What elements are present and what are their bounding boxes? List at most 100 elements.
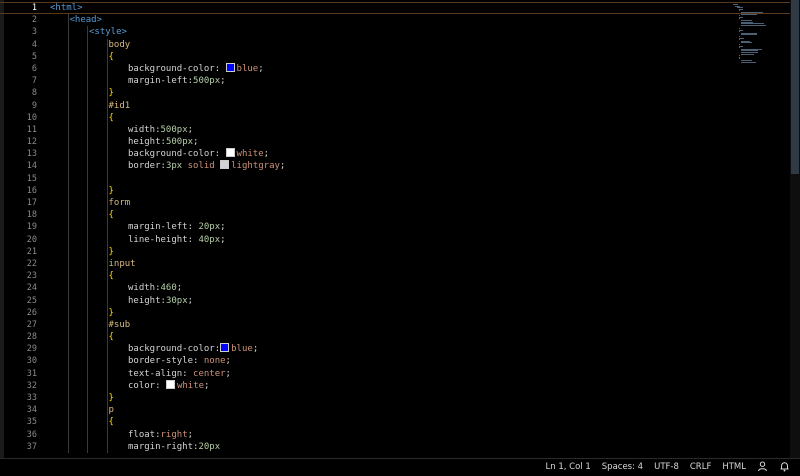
indent-guide bbox=[67, 294, 69, 307]
code-line[interactable]: 29 background-color: blue; bbox=[0, 343, 790, 356]
indent-guide bbox=[87, 379, 88, 392]
code-token-val: white bbox=[176, 380, 205, 391]
code-token-prop: margin-right: bbox=[128, 441, 199, 452]
vertical-scrollbar[interactable] bbox=[790, 0, 800, 458]
indent-guide bbox=[67, 318, 69, 332]
language-mode[interactable]: HTML bbox=[722, 461, 746, 473]
line-code: background-color: white; bbox=[128, 148, 269, 160]
code-token-brace: { bbox=[108, 51, 114, 62]
code-line[interactable]: 15 bbox=[0, 172, 790, 185]
code-token-val: blue bbox=[231, 344, 253, 355]
line-code: { bbox=[109, 270, 114, 282]
indent-guide bbox=[87, 416, 88, 429]
code-line[interactable]: 33} bbox=[0, 392, 790, 405]
code-line[interactable]: 6 background-color: blue; bbox=[0, 62, 790, 76]
indent-guide bbox=[87, 148, 88, 161]
line-ending[interactable]: CRLF bbox=[690, 461, 711, 473]
code-line[interactable]: 4 body bbox=[0, 38, 790, 51]
code-line[interactable]: 5{ bbox=[0, 50, 790, 63]
indent-guide bbox=[87, 75, 88, 88]
code-line[interactable]: 37 margin-right:20px bbox=[0, 440, 790, 453]
minimap[interactable] bbox=[733, 0, 789, 70]
color-swatch[interactable] bbox=[220, 343, 230, 353]
code-line[interactable]: 36 float:right; bbox=[0, 428, 790, 441]
line-code: form bbox=[109, 197, 131, 209]
code-token-prop: text-align: bbox=[128, 368, 194, 379]
indent-guide bbox=[67, 111, 69, 124]
indent-guide bbox=[87, 172, 88, 185]
code-line[interactable]: 27 #sub bbox=[0, 318, 790, 332]
code-line[interactable]: 18 { bbox=[0, 209, 790, 222]
line-code: margin-left:500px; bbox=[128, 75, 226, 87]
code-line[interactable]: 30 border-style: none; bbox=[0, 355, 790, 368]
code-line[interactable]: 11 width:500px; bbox=[0, 123, 790, 137]
cursor-position[interactable]: Ln 1, Col 1 bbox=[546, 461, 591, 473]
indent-guide bbox=[67, 209, 69, 222]
indent-guide bbox=[106, 233, 108, 246]
code-line[interactable]: 25 height:30px; bbox=[0, 294, 790, 307]
code-line[interactable]: 3 <style> bbox=[0, 26, 790, 39]
code-line[interactable]: 9 #id1 bbox=[0, 99, 790, 112]
code-line[interactable]: 31 text-align: center; bbox=[0, 367, 790, 380]
code-editor[interactable]: 1 <html> 2 <head> 3 <style> 4 body 5{6 background… bbox=[0, 0, 800, 458]
color-swatch[interactable] bbox=[165, 379, 175, 389]
file-encoding[interactable]: UTF-8 bbox=[654, 461, 679, 473]
code-line[interactable]: 1 <html> bbox=[0, 2, 790, 15]
line-code: color: white; bbox=[128, 379, 209, 392]
code-line[interactable]: 20 line-height: 40px; bbox=[0, 233, 790, 246]
code-line[interactable]: 14 border:3px solid lightgray; bbox=[0, 160, 790, 173]
code-line[interactable]: 28 { bbox=[0, 331, 790, 344]
indent-guide bbox=[106, 221, 108, 234]
indent-guide bbox=[106, 38, 108, 51]
indent-guide bbox=[87, 38, 88, 51]
color-swatch[interactable] bbox=[225, 148, 235, 158]
code-line[interactable]: 2 <head> bbox=[0, 14, 790, 27]
indent-guide bbox=[67, 331, 69, 344]
color-swatch[interactable] bbox=[225, 62, 235, 72]
indent-guide bbox=[87, 111, 88, 124]
code-token-brace: } bbox=[108, 393, 114, 403]
line-number: 22 bbox=[26, 258, 37, 269]
line-code: width:500px; bbox=[128, 124, 193, 136]
line-number: 6 bbox=[31, 63, 37, 74]
indent-guide bbox=[106, 367, 108, 380]
code-line[interactable]: 10 { bbox=[0, 111, 790, 124]
code-line[interactable]: 8} bbox=[0, 87, 790, 100]
code-line[interactable]: 24 width:460; bbox=[0, 282, 790, 295]
line-code: <head> bbox=[70, 14, 103, 26]
code-line[interactable]: 19 margin-left: 20px; bbox=[0, 221, 790, 234]
code-line[interactable]: 7 margin-left:500px; bbox=[0, 75, 790, 88]
code-line[interactable]: 35 { bbox=[0, 416, 790, 429]
code-line[interactable]: 16} bbox=[0, 184, 790, 197]
indent-guide bbox=[67, 26, 69, 39]
code-line[interactable]: 34 p bbox=[0, 404, 790, 417]
indent-guide bbox=[87, 197, 88, 210]
code-line[interactable]: 21} bbox=[0, 245, 790, 258]
code-lines[interactable]: 1 <html> 2 <head> 3 <style> 4 body 5{6 background… bbox=[0, 2, 790, 453]
line-number: 12 bbox=[26, 137, 37, 148]
notification-bell-icon[interactable] bbox=[779, 461, 790, 472]
code-line[interactable]: 22 input bbox=[0, 257, 790, 271]
line-number: 9 bbox=[31, 100, 37, 111]
line-number: 30 bbox=[26, 356, 37, 367]
color-swatch[interactable] bbox=[220, 160, 230, 170]
line-code: <style> bbox=[89, 26, 127, 38]
indent-guide bbox=[106, 209, 108, 222]
indent-guide bbox=[87, 136, 88, 149]
code-token-num: 500px bbox=[160, 124, 188, 135]
indent-guide bbox=[67, 123, 69, 137]
code-line[interactable]: 13 background-color: white; bbox=[0, 148, 790, 161]
code-line[interactable]: 17 form bbox=[0, 197, 790, 210]
code-token-num: 40px bbox=[198, 234, 221, 245]
indent-guide bbox=[67, 75, 69, 88]
indent-guide bbox=[106, 306, 108, 319]
code-line[interactable]: 12 height:500px; bbox=[0, 136, 790, 149]
line-number: 8 bbox=[31, 88, 37, 99]
code-line[interactable]: 23 { bbox=[0, 270, 790, 283]
scrollbar-thumb[interactable] bbox=[791, 0, 799, 174]
code-line[interactable]: 26} bbox=[0, 306, 790, 319]
indentation-setting[interactable]: Spaces: 4 bbox=[602, 461, 643, 473]
code-line[interactable]: 32 color: white; bbox=[0, 379, 790, 392]
feedback-person-icon[interactable] bbox=[757, 461, 768, 472]
line-number: 29 bbox=[26, 344, 37, 355]
